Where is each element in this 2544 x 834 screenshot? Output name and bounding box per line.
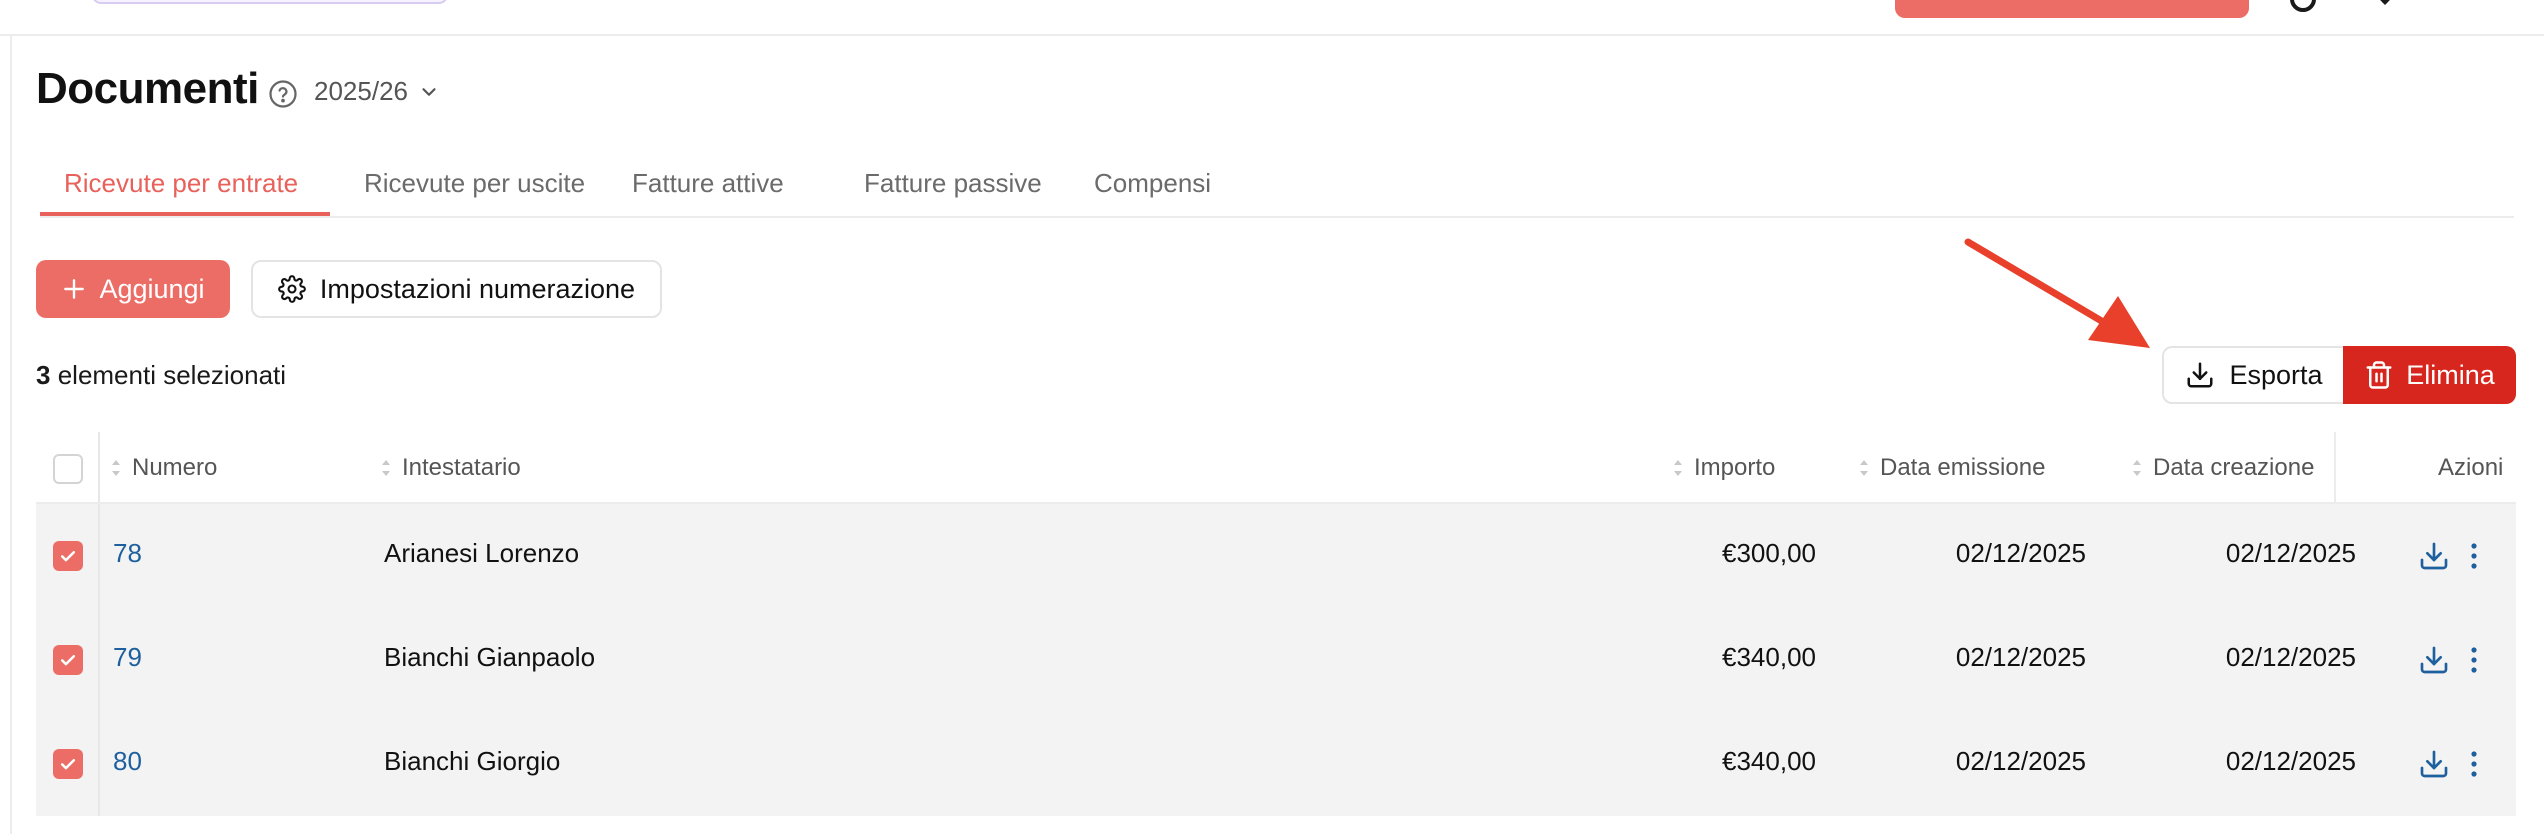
row-importo: €300,00 — [1722, 538, 1816, 568]
select-all-checkbox[interactable] — [53, 454, 83, 484]
table-row[interactable]: 79 Bianchi Gianpaolo €340,00 02/12/2025 … — [36, 608, 2516, 712]
header-intestatario[interactable]: Intestatario — [380, 454, 521, 482]
row-data-creazione: 02/12/2025 — [2225, 642, 2356, 672]
help-circle-icon[interactable] — [268, 79, 298, 109]
header-data-creazione[interactable]: Data creazione — [2131, 454, 2314, 482]
export-button-label: Esporta — [2229, 359, 2323, 390]
left-rail-divider — [10, 36, 12, 834]
top-user-icon[interactable] — [2290, 0, 2316, 12]
more-vertical-icon[interactable] — [2464, 748, 2484, 780]
header-numero[interactable]: Numero — [110, 454, 217, 482]
download-icon[interactable] — [2418, 644, 2450, 676]
table-row[interactable]: 78 Arianesi Lorenzo €300,00 02/12/2025 0… — [36, 504, 2516, 608]
header-data-emissione[interactable]: Data emissione — [1858, 454, 2045, 482]
header-data-creazione-label: Data creazione — [2153, 454, 2315, 481]
row-data-emissione: 02/12/2025 — [1955, 538, 2086, 568]
row-checkbox[interactable] — [53, 645, 83, 675]
column-divider — [2334, 432, 2336, 502]
tab-compensi[interactable]: Compensi — [1070, 160, 1235, 216]
column-divider — [98, 608, 100, 712]
table-row[interactable]: 80 Bianchi Giorgio €340,00 02/12/2025 02… — [36, 712, 2516, 816]
row-number-link[interactable]: 78 — [113, 538, 142, 569]
header-intestatario-label: Intestatario — [402, 454, 521, 481]
row-checkbox[interactable] — [53, 541, 83, 571]
check-icon — [60, 551, 76, 562]
tab-fatture-passive[interactable]: Fatture passive — [840, 160, 1070, 216]
row-data-emissione: 02/12/2025 — [1955, 642, 2086, 672]
tab-fatture-attive[interactable]: Fatture attive — [608, 160, 830, 216]
more-vertical-icon[interactable] — [2464, 540, 2484, 572]
row-number-link[interactable]: 80 — [113, 746, 142, 777]
column-divider — [98, 712, 100, 816]
delete-button-label: Elimina — [2406, 359, 2495, 390]
header-azioni: Azioni — [2438, 454, 2503, 482]
row-intestatario: Bianchi Gianpaolo — [384, 642, 596, 672]
tab-ricevute-uscite[interactable]: Ricevute per uscite — [340, 160, 598, 216]
header-data-emissione-label: Data emissione — [1880, 454, 2046, 481]
gear-icon — [278, 275, 306, 303]
header-azioni-label: Azioni — [2438, 454, 2504, 481]
top-bar — [0, 0, 2544, 36]
download-icon[interactable] — [2418, 540, 2450, 572]
row-checkbox[interactable] — [53, 749, 83, 779]
document-tabs: Ricevute per entrate Ricevute per uscite… — [40, 160, 2514, 218]
top-primary-button[interactable] — [1895, 0, 2249, 18]
add-button[interactable]: Aggiungi — [36, 260, 230, 318]
year-select[interactable]: 2025/26 — [314, 76, 440, 107]
top-search-pill[interactable] — [92, 0, 448, 4]
selected-count-number: 3 — [36, 360, 51, 390]
sort-icon — [382, 460, 390, 476]
download-icon[interactable] — [2418, 748, 2450, 780]
row-importo: €340,00 — [1722, 746, 1816, 776]
documents-table: Numero Intestatario Importo Data emissio… — [36, 432, 2516, 816]
plus-icon — [64, 279, 85, 299]
row-number-link[interactable]: 79 — [113, 642, 142, 673]
header-importo[interactable]: Importo — [1672, 454, 1775, 482]
row-importo: €340,00 — [1722, 642, 1816, 672]
tab-ricevute-entrate[interactable]: Ricevute per entrate — [40, 160, 330, 216]
column-divider — [98, 504, 100, 608]
selected-count-text: elementi selezionati — [57, 360, 287, 390]
year-select-value: 2025/26 — [314, 76, 408, 106]
trash-icon — [2366, 361, 2392, 389]
check-icon — [60, 655, 76, 666]
top-chevron-icon[interactable] — [2375, 0, 2395, 5]
row-data-emissione: 02/12/2025 — [1955, 746, 2086, 776]
sort-icon — [2133, 460, 2141, 476]
delete-button[interactable]: Elimina — [2343, 346, 2516, 404]
selection-counter: 3 elementi selezionati — [36, 360, 286, 391]
numbering-settings-button[interactable]: Impostazioni numerazione — [251, 260, 662, 318]
numbering-settings-label: Impostazioni numerazione — [319, 273, 636, 304]
more-vertical-icon[interactable] — [2464, 644, 2484, 676]
export-button[interactable]: Esporta — [2162, 346, 2344, 404]
page-title: Documenti — [36, 64, 259, 113]
row-intestatario: Arianesi Lorenzo — [384, 538, 580, 568]
check-icon — [60, 759, 76, 770]
download-icon — [2187, 362, 2213, 388]
row-intestatario: Bianchi Giorgio — [384, 746, 561, 776]
row-data-creazione: 02/12/2025 — [2225, 746, 2356, 776]
sort-icon — [1674, 460, 1682, 476]
row-data-creazione: 02/12/2025 — [2225, 538, 2356, 568]
add-button-label: Aggiungi — [99, 273, 205, 304]
header-numero-label: Numero — [132, 454, 218, 481]
chevron-down-icon — [422, 87, 436, 96]
sort-icon — [1860, 460, 1868, 476]
sort-icon — [112, 460, 120, 476]
table-header: Numero Intestatario Importo Data emissio… — [36, 432, 2516, 504]
header-importo-label: Importo — [1694, 454, 1776, 481]
annotation-arrow-icon — [1964, 238, 2150, 348]
column-divider — [98, 432, 100, 502]
